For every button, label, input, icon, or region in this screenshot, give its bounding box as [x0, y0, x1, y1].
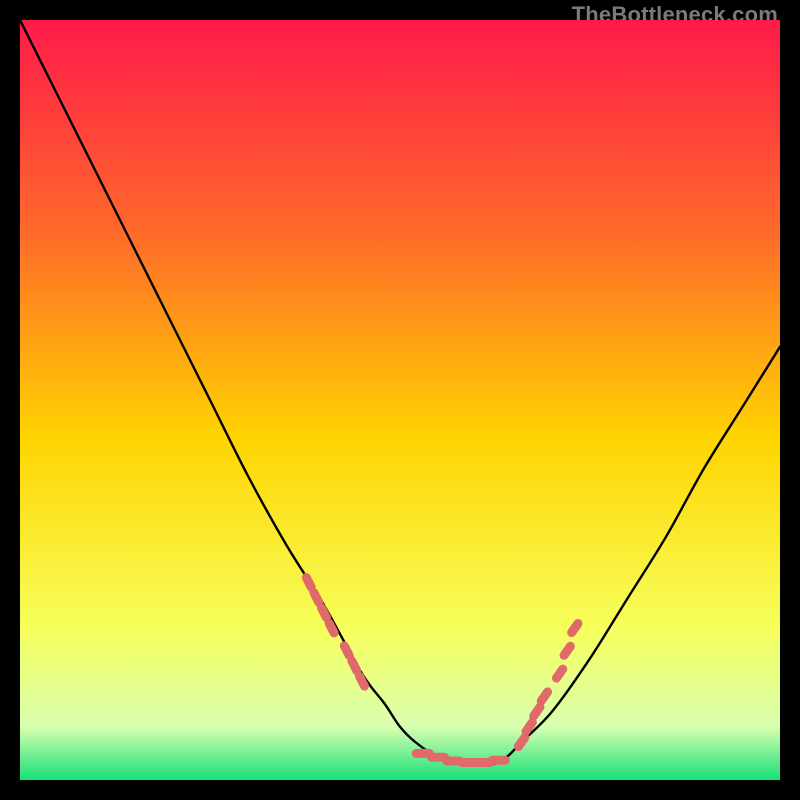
chart-frame — [20, 20, 780, 780]
bottleneck-chart — [20, 20, 780, 780]
data-marker — [488, 756, 510, 765]
gradient-background — [20, 20, 780, 780]
